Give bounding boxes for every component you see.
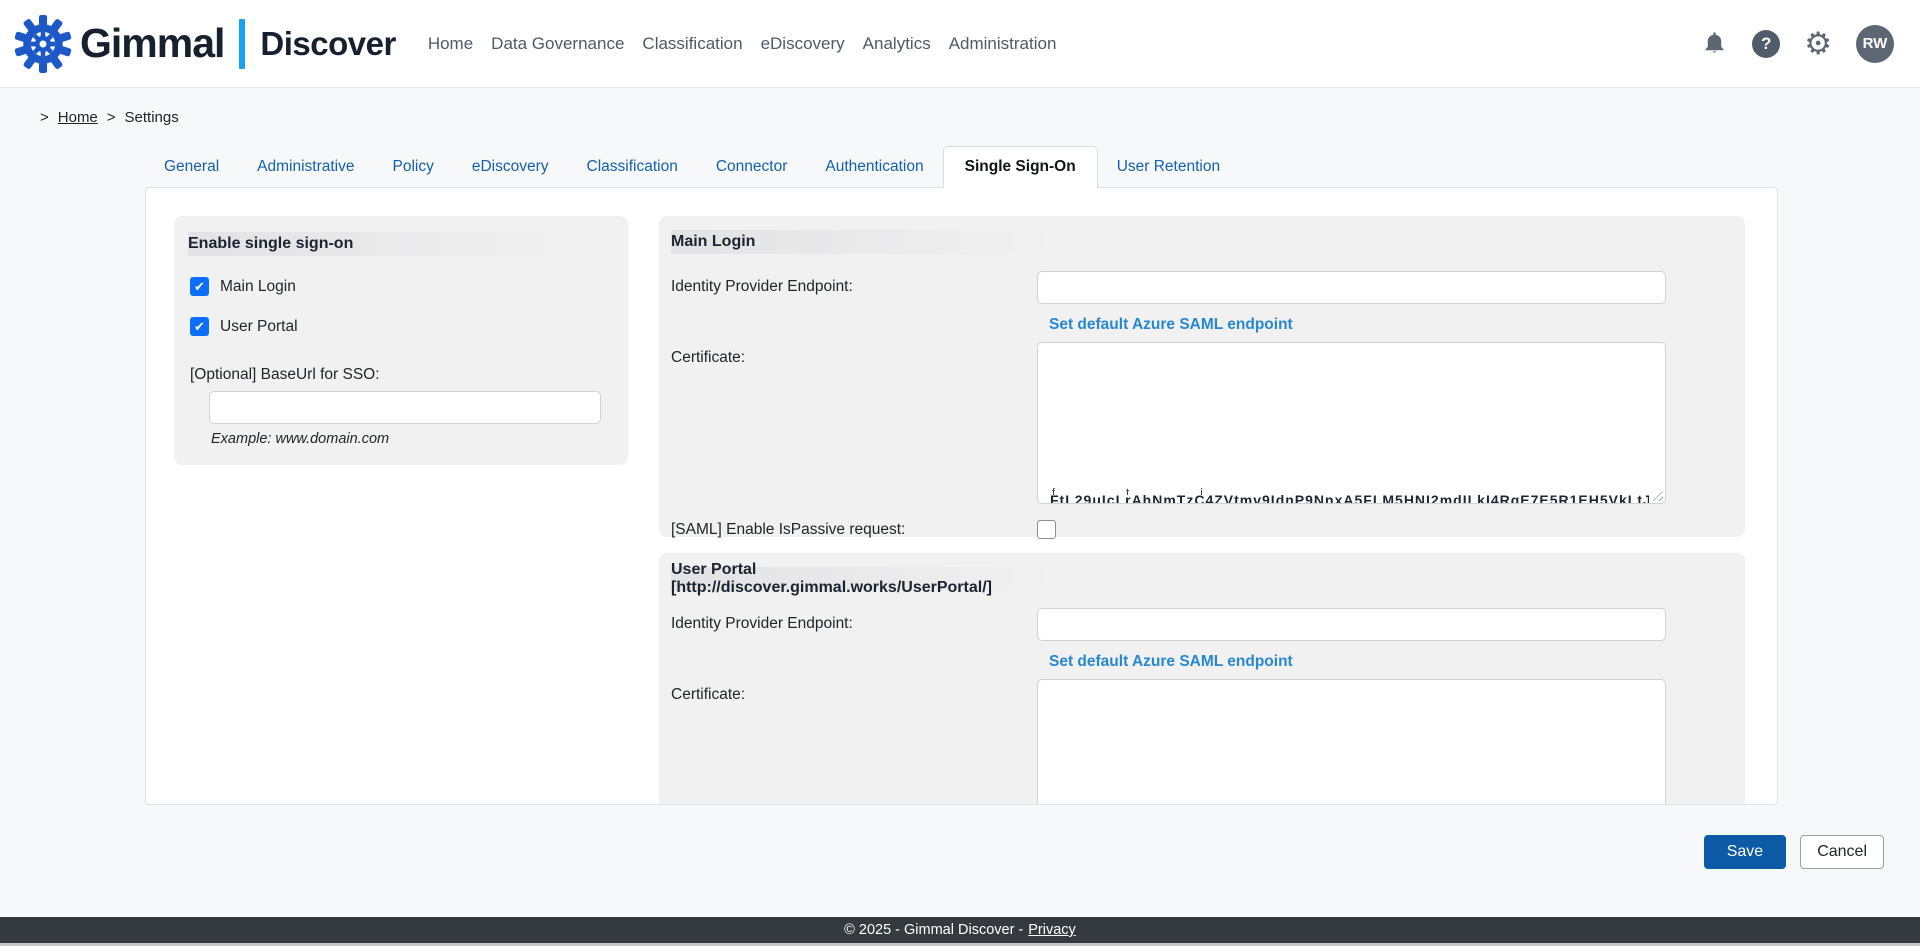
- tab-user-retention[interactable]: User Retention: [1098, 147, 1239, 187]
- question-icon: ?: [1752, 30, 1780, 58]
- nav-analytics[interactable]: Analytics: [863, 34, 931, 54]
- user-portal-title: User Portal [http://discover.gimmal.work…: [671, 561, 1053, 597]
- nav-data-governance[interactable]: Data Governance: [491, 34, 624, 54]
- tab-general[interactable]: General: [145, 147, 238, 187]
- user-portal-idp-label: Identity Provider Endpoint:: [671, 608, 1037, 641]
- save-button[interactable]: Save: [1704, 835, 1786, 869]
- nav-administration[interactable]: Administration: [949, 34, 1057, 54]
- tab-administrative[interactable]: Administrative: [238, 147, 373, 187]
- tab-connector[interactable]: Connector: [697, 147, 807, 187]
- main-login-checkbox-label: Main Login: [220, 278, 296, 296]
- user-portal-checkbox-label: User Portal: [220, 318, 298, 336]
- user-portal-cert-label: Certificate:: [671, 679, 1037, 805]
- tab-authentication[interactable]: Authentication: [806, 147, 942, 187]
- enable-sso-title: Enable single sign-on: [188, 235, 353, 253]
- main-login-title: Main Login: [671, 233, 755, 251]
- app-logo[interactable]: Gimmal Discover: [14, 15, 396, 73]
- breadcrumb-separator: >: [107, 109, 116, 126]
- form-actions: Save Cancel: [0, 835, 1884, 869]
- main-nav: Home Data Governance Classification eDis…: [428, 34, 1057, 54]
- main-login-panel: Main Login Identity Provider Endpoint: S…: [659, 216, 1745, 537]
- textarea-resize-handle[interactable]: [1650, 488, 1663, 501]
- nav-classification[interactable]: Classification: [642, 34, 742, 54]
- ispassive-label: [SAML] Enable IsPassive request:: [671, 521, 1037, 539]
- footer-copyright: © 2025 - Gimmal Discover -: [844, 922, 1023, 938]
- user-portal-checkbox-row[interactable]: User Portal: [190, 317, 614, 336]
- nav-home[interactable]: Home: [428, 34, 473, 54]
- user-portal-cert-row: Certificate: G-FH1j96j_300mnJds-G87hrAiK…: [671, 679, 1733, 805]
- main-login-cert-textarea[interactable]: f t i FtL29uIcLrAhNmTzC4ZVtmv9IdnP9NnxA5…: [1037, 342, 1666, 504]
- single-sign-on-card: Enable single sign-on Main Login User Po…: [145, 187, 1778, 805]
- main-login-cert-row: Certificate: f t i FtL29uIcLrAhNmTzC4ZVt…: [671, 342, 1733, 504]
- main-login-checkbox-row[interactable]: Main Login: [190, 277, 614, 296]
- user-portal-panel: User Portal [http://discover.gimmal.work…: [659, 553, 1745, 805]
- gimmal-gear-logo-icon: [14, 15, 72, 73]
- main-login-cert-label: Certificate:: [671, 342, 1037, 504]
- baseurl-example: Example: www.domain.com: [211, 431, 614, 447]
- sso-forms-column: Main Login Identity Provider Endpoint: S…: [659, 216, 1745, 805]
- breadcrumb-lead: >: [40, 109, 49, 126]
- baseurl-label: [Optional] BaseUrl for SSO:: [190, 366, 614, 384]
- user-portal-idp-input[interactable]: [1037, 608, 1666, 641]
- main-login-title-strip: Main Login: [671, 230, 1053, 254]
- top-bar: Gimmal Discover Home Data Governance Cla…: [0, 0, 1920, 88]
- main-login-ispassive-row: [SAML] Enable IsPassive request:: [671, 520, 1733, 539]
- enable-sso-title-strip: Enable single sign-on: [188, 232, 586, 256]
- tab-classification[interactable]: Classification: [568, 147, 697, 187]
- settings-tabs: General Administrative Policy eDiscovery…: [145, 146, 1920, 187]
- user-avatar[interactable]: RW: [1856, 25, 1894, 63]
- product-name: Discover: [260, 25, 395, 63]
- main-login-idp-input[interactable]: [1037, 271, 1666, 304]
- main-login-idp-label: Identity Provider Endpoint:: [671, 271, 1037, 304]
- cancel-button[interactable]: Cancel: [1800, 835, 1884, 869]
- tab-policy[interactable]: Policy: [374, 147, 453, 187]
- bell-icon[interactable]: [1701, 30, 1728, 57]
- main-login-cert-clipped-text: FtL29uIcLrAhNmTzC4ZVtmv9IdnP9NnxA5FLM5HN…: [1050, 492, 1649, 504]
- enable-sso-panel: Enable single sign-on Main Login User Po…: [174, 216, 628, 465]
- footer-privacy-link[interactable]: Privacy: [1028, 922, 1076, 938]
- breadcrumb-home-link[interactable]: Home: [58, 109, 98, 126]
- user-portal-cert-textarea[interactable]: G-FH1j96j_300mnJds-G87hrAiK96rM49hszfBV9…: [1037, 679, 1666, 805]
- user-portal-title-strip: User Portal [http://discover.gimmal.work…: [671, 567, 1053, 591]
- main-login-idp-row: Identity Provider Endpoint:: [671, 271, 1733, 304]
- user-portal-idp-row: Identity Provider Endpoint:: [671, 608, 1733, 641]
- brand-divider: [239, 19, 245, 69]
- settings-gear-icon[interactable]: ⚙: [1804, 28, 1832, 59]
- tab-single-sign-on[interactable]: Single Sign-On: [943, 146, 1098, 188]
- user-portal-cert-clipped-text: G-FH1j96j_300mnJds-G87hrAiK96rM49hszfBV9…: [1050, 804, 1649, 805]
- tab-ediscovery[interactable]: eDiscovery: [453, 147, 568, 187]
- breadcrumb: > Home > Settings: [40, 109, 1920, 126]
- help-icon[interactable]: ?: [1752, 30, 1780, 58]
- breadcrumb-current: Settings: [125, 109, 179, 126]
- brand-name: Gimmal: [80, 20, 224, 67]
- baseurl-input[interactable]: [209, 391, 601, 424]
- main-login-checkbox[interactable]: [190, 277, 209, 296]
- top-actions: ? ⚙ RW: [1701, 25, 1894, 63]
- ispassive-checkbox[interactable]: [1037, 520, 1056, 539]
- user-portal-azure-saml-link[interactable]: Set default Azure SAML endpoint: [1049, 653, 1293, 671]
- user-portal-checkbox[interactable]: [190, 317, 209, 336]
- nav-ediscovery[interactable]: eDiscovery: [761, 34, 845, 54]
- footer-bar: © 2025 - Gimmal Discover - Privacy: [0, 917, 1920, 943]
- main-login-azure-saml-link[interactable]: Set default Azure SAML endpoint: [1049, 316, 1293, 334]
